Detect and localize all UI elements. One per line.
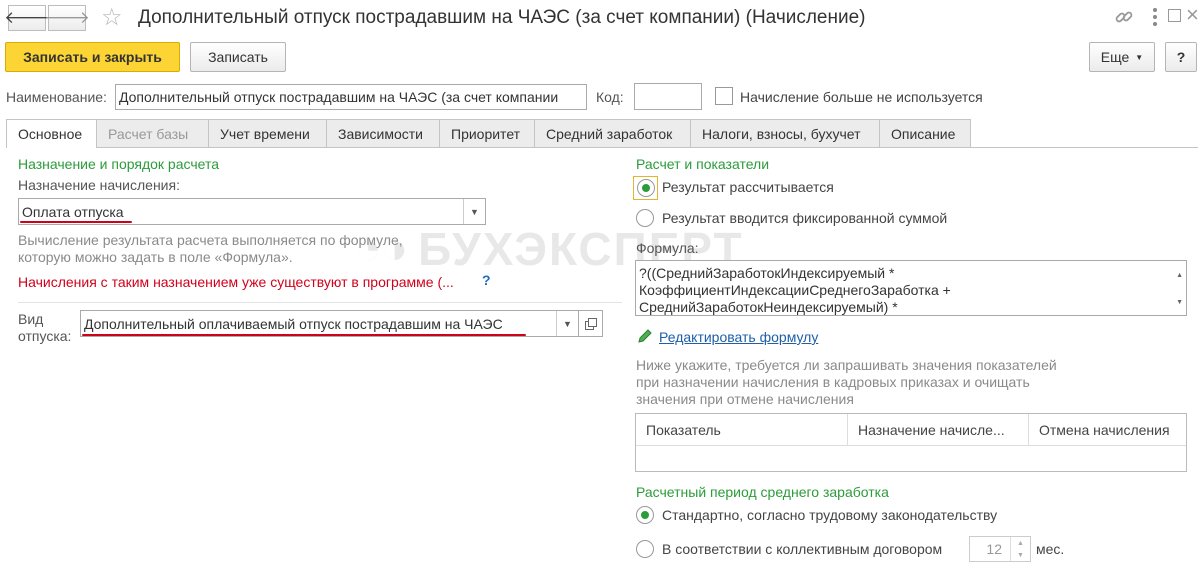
radio-calculated[interactable] [636,179,655,197]
indicators-hint: Ниже укажите, требуется ли запрашивать з… [636,357,1057,407]
warning-help-icon[interactable]: ? [482,272,491,288]
tab-priority[interactable]: Приоритет [439,119,535,147]
close-icon[interactable]: × [1186,2,1199,28]
more-button[interactable]: Еще ▼ [1089,42,1155,72]
open-icon[interactable] [579,310,603,337]
chevron-down-icon: ▼ [1135,52,1144,62]
pencil-icon [637,328,653,344]
scroll-up-icon[interactable]: ▲ [1176,267,1183,284]
tab-divider [6,147,1198,148]
name-field[interactable]: Дополнительный отпуск пострадавшим на ЧА… [115,84,587,110]
avg-period-title: Расчетный период среднего заработка [636,484,889,500]
formula-label: Формула: [636,240,699,256]
edit-formula-link[interactable]: Редактировать формулу [659,329,818,345]
tab-bar: Основное Расчет базы Учет времени Зависи… [6,119,971,148]
name-label: Наименование: [6,89,107,105]
indicators-table[interactable]: Показатель Назначение начисле... Отмена … [635,413,1187,472]
purpose-label: Назначение начисления: [18,177,180,193]
radio-calc-focus [633,176,658,200]
divider [18,302,622,303]
tab-description[interactable]: Описание [879,119,971,147]
months-value: 12 [986,541,1002,557]
purpose-hint: Вычисление результата расчета выполняетс… [18,232,403,265]
left-section-title: Назначение и порядок расчета [18,156,220,172]
radio-fixed[interactable] [636,209,654,227]
existing-accruals-warning[interactable]: Начисления с таким назначением уже сущес… [18,274,454,290]
tab-taxes[interactable]: Налоги, взносы, бухучет [690,119,880,147]
star-icon[interactable]: ☆ [101,3,123,32]
tab-main[interactable]: Основное [6,119,97,148]
forward-button[interactable]: 🡒 [44,5,90,31]
table-header: Показатель Назначение начисле... Отмена … [636,414,1186,446]
radio-standard-label: Стандартно, согласно трудовому законодат… [662,507,998,523]
column-header-indicator[interactable]: Показатель [636,414,848,446]
months-unit: мес. [1036,541,1065,557]
column-header-cancellation[interactable]: Отмена начисления [1029,414,1186,446]
save-button[interactable]: Записать [190,42,286,72]
leave-type-select[interactable]: Дополнительный оплачиваемый отпуск постр… [80,310,579,337]
page-title: Дополнительный отпуск пострадавшим на ЧА… [138,7,866,28]
unused-label: Начисление больше не используется [740,89,983,105]
more-label: Еще [1100,49,1130,65]
red-underline [20,221,132,223]
scroll-down-icon[interactable]: ▼ [1176,294,1183,311]
link-icon[interactable] [1114,7,1134,27]
radio-collective-label: В соответствии с коллективным договором [662,541,943,557]
chevron-down-icon[interactable]: ▼ [463,199,485,224]
radio-standard[interactable] [636,506,654,524]
arrow-left-icon: 🡐 [4,8,50,27]
right-section-title: Расчет и показатели [636,156,770,172]
maximize-icon[interactable] [1168,9,1181,22]
stepper-arrows-icon[interactable]: ▲ ▼ [1010,537,1030,561]
code-field[interactable] [634,83,702,110]
months-stepper[interactable]: 12 ▲ ▼ [969,536,1031,562]
tab-dependencies[interactable]: Зависимости [326,119,440,147]
radio-collective[interactable] [636,540,654,558]
more-vertical-icon[interactable] [1150,6,1160,28]
chevron-down-icon[interactable]: ▼ [556,311,578,336]
save-and-close-button[interactable]: Записать и закрыть [5,42,180,72]
code-label: Код: [596,89,624,105]
purpose-value: Оплата отпуска [22,203,124,220]
tab-average-earnings[interactable]: Средний заработок [534,119,691,147]
unused-checkbox[interactable] [715,87,733,105]
leave-type-value: Дополнительный оплачиваемый отпуск постр… [84,315,503,332]
radio-calculated-label: Результат рассчитывается [662,179,834,195]
radio-fixed-label: Результат вводится фиксированной суммой [662,210,948,226]
tab-time-accounting[interactable]: Учет времени [208,119,327,147]
red-underline [82,334,526,336]
tab-base-calc[interactable]: Расчет базы [96,119,209,147]
back-button[interactable]: 🡐 [4,5,50,31]
help-button[interactable]: ? [1165,42,1197,72]
formula-field[interactable]: ?((СреднийЗаработокИндексируемый * Коэфф… [635,260,1187,316]
arrow-right-icon: 🡒 [44,8,90,27]
leave-type-label: Вид отпуска: [18,311,72,344]
column-header-assignment[interactable]: Назначение начисле... [848,414,1029,446]
